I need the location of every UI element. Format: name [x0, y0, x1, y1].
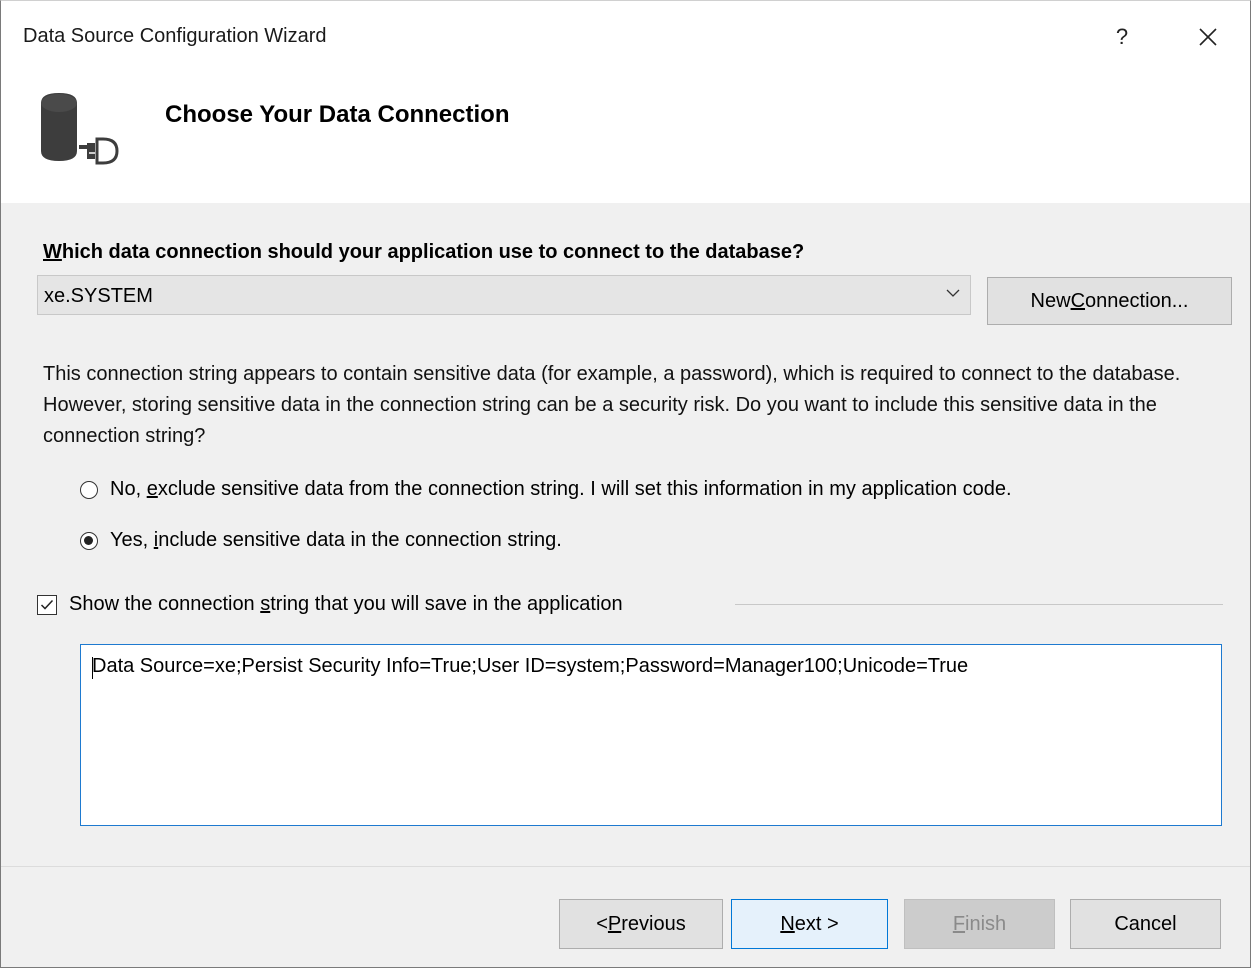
include-sensitive-radio[interactable]: Yes, include sensitive data in the conne… — [80, 529, 562, 552]
connection-string-value: Data Source=xe;Persist Security Info=Tru… — [92, 655, 969, 677]
sensitive-data-description: This connection string appears to contai… — [43, 363, 1181, 447]
window-title: Data Source Configuration Wizard — [23, 25, 327, 47]
next-button[interactable]: Next > — [731, 899, 888, 949]
checkmark-icon — [40, 599, 54, 610]
close-icon — [1199, 28, 1217, 46]
connection-dropdown[interactable]: xe.SYSTEM — [37, 275, 971, 315]
wizard-window: Data Source Configuration Wizard ? Choos… — [0, 0, 1251, 968]
button-bar-separator — [1, 866, 1250, 867]
page-title: Choose Your Data Connection — [165, 101, 510, 128]
database-connection-icon — [41, 93, 119, 165]
show-connection-string-label: Show the connection string that you will… — [69, 593, 623, 615]
wizard-header: Choose Your Data Connection — [1, 73, 1250, 203]
connection-dropdown-value: xe.SYSTEM — [44, 285, 153, 307]
new-connection-button[interactable]: New Connection... — [987, 277, 1232, 325]
checkbox-box[interactable] — [37, 594, 57, 615]
title-bar: Data Source Configuration Wizard ? — [1, 1, 1250, 73]
exclude-radio-button[interactable] — [80, 480, 98, 499]
chevron-down-icon — [946, 289, 960, 297]
cancel-button[interactable]: Cancel — [1070, 899, 1221, 949]
previous-button[interactable]: < Previous — [559, 899, 723, 949]
finish-button: Finish — [904, 899, 1055, 949]
connection-question-label: Which data connection should your applic… — [43, 241, 805, 263]
exclude-radio-label: No, exclude sensitive data from the conn… — [110, 478, 1012, 500]
include-radio-button[interactable] — [80, 531, 98, 550]
show-connection-string-checkbox[interactable]: Show the connection string that you will… — [37, 593, 623, 616]
close-button[interactable] — [1185, 15, 1231, 59]
group-separator — [735, 604, 1223, 605]
help-icon: ? — [1115, 24, 1129, 49]
help-button[interactable]: ? — [1099, 15, 1145, 59]
include-radio-label: Yes, include sensitive data in the conne… — [110, 529, 562, 551]
exclude-sensitive-radio[interactable]: No, exclude sensitive data from the conn… — [80, 478, 1012, 501]
connection-string-textbox[interactable]: Data Source=xe;Persist Security Info=Tru… — [80, 644, 1222, 826]
